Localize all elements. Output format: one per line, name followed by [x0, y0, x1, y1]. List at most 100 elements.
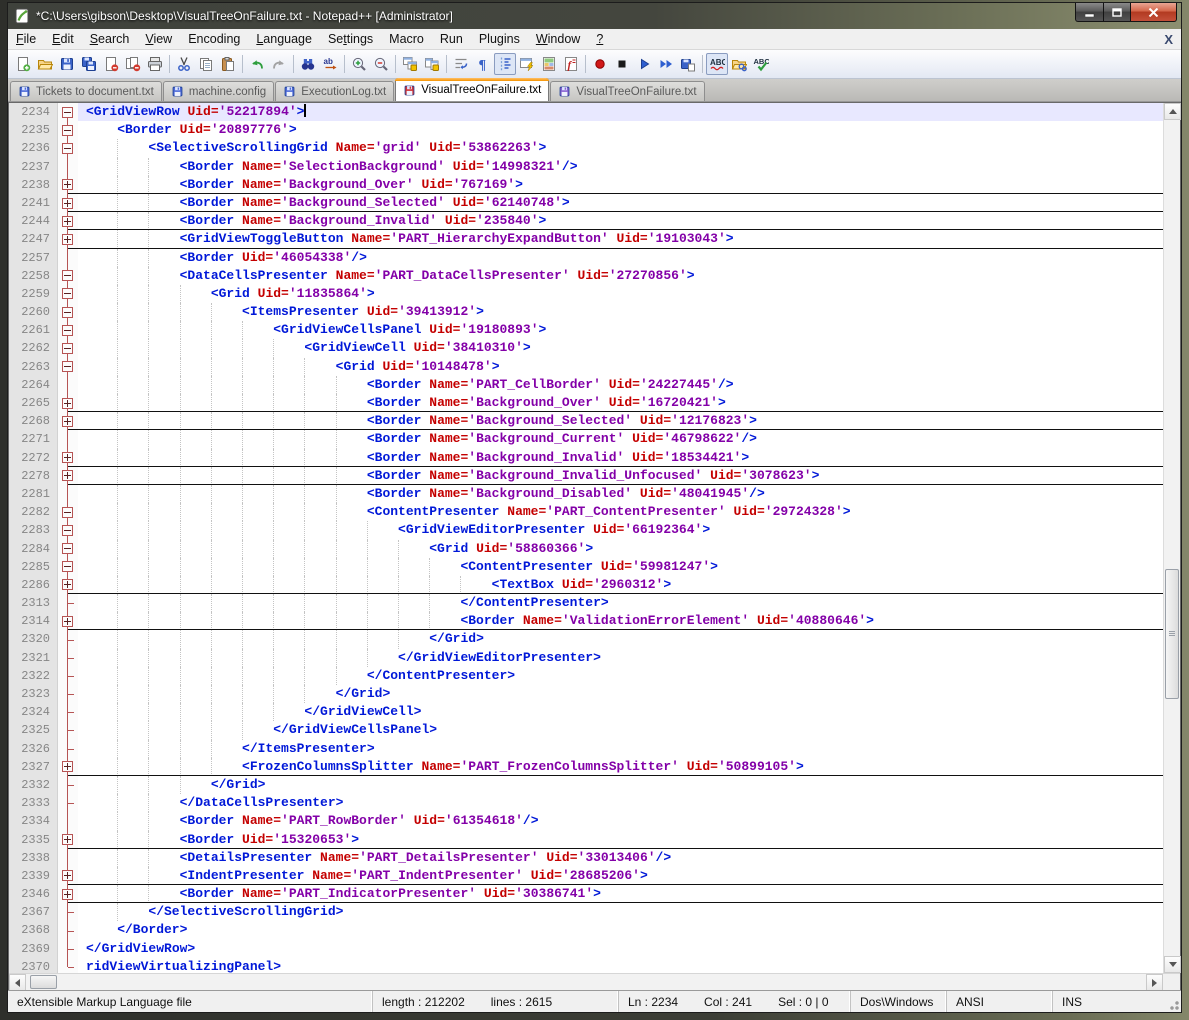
- word-wrap-button[interactable]: [450, 53, 472, 75]
- paste-button[interactable]: [217, 53, 239, 75]
- code-text[interactable]: </ContentPresenter>: [78, 594, 1163, 612]
- menu-window[interactable]: Window: [528, 30, 588, 48]
- fold-margin[interactable]: [58, 358, 78, 376]
- fold-margin[interactable]: [58, 558, 78, 576]
- menu-encoding[interactable]: Encoding: [180, 30, 248, 48]
- fold-margin[interactable]: [58, 667, 78, 685]
- code-line-2368[interactable]: 2368</Border>: [9, 921, 1163, 939]
- scroll-left-button[interactable]: [9, 974, 26, 991]
- undo-button[interactable]: [246, 53, 268, 75]
- scroll-down-button[interactable]: [1164, 956, 1181, 973]
- macro-record-button[interactable]: [589, 53, 611, 75]
- code-text[interactable]: <GridViewCell Uid='38410310'>: [78, 339, 1163, 357]
- fold-expand-icon[interactable]: [62, 216, 73, 227]
- fold-margin[interactable]: [58, 449, 78, 467]
- fold-margin[interactable]: [58, 685, 78, 703]
- code-line-2272[interactable]: 2272<Border Name='Background_Invalid' Ui…: [9, 449, 1163, 467]
- fold-collapse-icon[interactable]: [62, 561, 73, 572]
- fold-margin[interactable]: [58, 758, 78, 776]
- fold-margin[interactable]: [58, 503, 78, 521]
- code-line-2235[interactable]: 2235<Border Uid='20897776'>: [9, 121, 1163, 139]
- code-line-2265[interactable]: 2265<Border Name='Background_Over' Uid='…: [9, 394, 1163, 412]
- code-text[interactable]: </SelectiveScrollingGrid>: [78, 903, 1163, 921]
- scroll-up-button[interactable]: [1164, 103, 1181, 120]
- code-line-2314[interactable]: 2314<Border Name='ValidationErrorElement…: [9, 612, 1163, 630]
- status-typing-mode[interactable]: INS: [1053, 991, 1181, 1012]
- close-file-button[interactable]: [100, 53, 122, 75]
- fold-collapse-icon[interactable]: [62, 270, 73, 281]
- save-all-button[interactable]: [78, 53, 100, 75]
- code-text[interactable]: <Border Name='Background_Selected' Uid='…: [78, 194, 1163, 212]
- horizontal-scrollbar[interactable]: [9, 974, 1163, 990]
- code-line-2339[interactable]: 2339<IndentPresenter Name='PART_IndentPr…: [9, 867, 1163, 885]
- fold-margin[interactable]: [58, 831, 78, 849]
- code-line-2259[interactable]: 2259<Grid Uid='11835864'>: [9, 285, 1163, 303]
- fold-margin[interactable]: [58, 776, 78, 794]
- fold-expand-icon[interactable]: [62, 398, 73, 409]
- tab-4-visualtreeonfailure-txt[interactable]: VisualTreeOnFailure.txt: [395, 78, 549, 101]
- fold-margin[interactable]: [58, 194, 78, 212]
- fold-margin[interactable]: [58, 940, 78, 958]
- code-text[interactable]: <Border Name='Background_Selected' Uid='…: [78, 412, 1163, 430]
- code-line-2262[interactable]: 2262<GridViewCell Uid='38410310'>: [9, 339, 1163, 357]
- close-all-button[interactable]: [122, 53, 144, 75]
- fold-margin[interactable]: [58, 903, 78, 921]
- fold-margin[interactable]: [58, 176, 78, 194]
- tab-5-visualtreeonfailure-txt[interactable]: VisualTreeOnFailure.txt: [550, 81, 704, 101]
- fold-margin[interactable]: [58, 794, 78, 812]
- fold-margin[interactable]: [58, 321, 78, 339]
- fold-collapse-icon[interactable]: [62, 525, 73, 536]
- code-line-2369[interactable]: 2369</GridViewRow>: [9, 940, 1163, 958]
- fold-margin[interactable]: [58, 921, 78, 939]
- code-line-2260[interactable]: 2260<ItemsPresenter Uid='39413912'>: [9, 303, 1163, 321]
- minimize-button[interactable]: [1075, 3, 1104, 22]
- code-line-2236[interactable]: 2236<SelectiveScrollingGrid Name='grid' …: [9, 139, 1163, 157]
- code-line-2258[interactable]: 2258<DataCellsPresenter Name='PART_DataC…: [9, 267, 1163, 285]
- macro-run-multiple-button[interactable]: [655, 53, 677, 75]
- macro-save-button[interactable]: [677, 53, 699, 75]
- code-line-2238[interactable]: 2238<Border Name='Background_Over' Uid='…: [9, 176, 1163, 194]
- fold-margin[interactable]: [58, 540, 78, 558]
- fold-collapse-icon[interactable]: [62, 343, 73, 354]
- fold-margin[interactable]: [58, 394, 78, 412]
- code-line-2281[interactable]: 2281<Border Name='Background_Disabled' U…: [9, 485, 1163, 503]
- macro-stop-button[interactable]: [611, 53, 633, 75]
- code-line-2322[interactable]: 2322</ContentPresenter>: [9, 667, 1163, 685]
- fold-margin[interactable]: [58, 703, 78, 721]
- fold-expand-icon[interactable]: [62, 198, 73, 209]
- fold-margin[interactable]: [58, 885, 78, 903]
- code-text[interactable]: <Border Uid='46054338'/>: [78, 249, 1163, 267]
- fold-expand-icon[interactable]: [62, 179, 73, 190]
- menu-plugins[interactable]: Plugins: [471, 30, 528, 48]
- fold-collapse-icon[interactable]: [62, 143, 73, 154]
- restore-button[interactable]: [1104, 3, 1131, 22]
- zoom-in-button[interactable]: [348, 53, 370, 75]
- fold-margin[interactable]: [58, 121, 78, 139]
- fold-margin[interactable]: [58, 576, 78, 594]
- menu-edit[interactable]: Edit: [44, 30, 82, 48]
- print-button[interactable]: [144, 53, 166, 75]
- code-text[interactable]: </ItemsPresenter>: [78, 740, 1163, 758]
- fold-expand-icon[interactable]: [62, 870, 73, 881]
- fold-margin[interactable]: [58, 630, 78, 648]
- code-line-2263[interactable]: 2263<Grid Uid='10148478'>: [9, 358, 1163, 376]
- code-text[interactable]: <Border Name='Background_Invalid' Uid='1…: [78, 449, 1163, 467]
- code-text[interactable]: <Border Name='Background_Current' Uid='4…: [78, 430, 1163, 448]
- fold-collapse-icon[interactable]: [62, 307, 73, 318]
- fold-expand-icon[interactable]: [62, 234, 73, 245]
- fold-collapse-icon[interactable]: [62, 325, 73, 336]
- code-line-2324[interactable]: 2324</GridViewCell>: [9, 703, 1163, 721]
- fold-collapse-icon[interactable]: [62, 288, 73, 299]
- code-text[interactable]: <Border Name='Background_Invalid' Uid='2…: [78, 212, 1163, 230]
- fold-collapse-icon[interactable]: [62, 543, 73, 554]
- code-text[interactable]: </GridViewEditorPresenter>: [78, 649, 1163, 667]
- new-file-button[interactable]: [12, 53, 34, 75]
- redo-button[interactable]: [268, 53, 290, 75]
- fold-margin[interactable]: [58, 249, 78, 267]
- fold-margin[interactable]: [58, 612, 78, 630]
- replace-button[interactable]: ab: [319, 53, 341, 75]
- code-text[interactable]: </GridViewCell>: [78, 703, 1163, 721]
- resize-grip[interactable]: [1167, 998, 1180, 1011]
- code-line-2335[interactable]: 2335<Border Uid='15320653'>: [9, 831, 1163, 849]
- fold-margin[interactable]: [58, 212, 78, 230]
